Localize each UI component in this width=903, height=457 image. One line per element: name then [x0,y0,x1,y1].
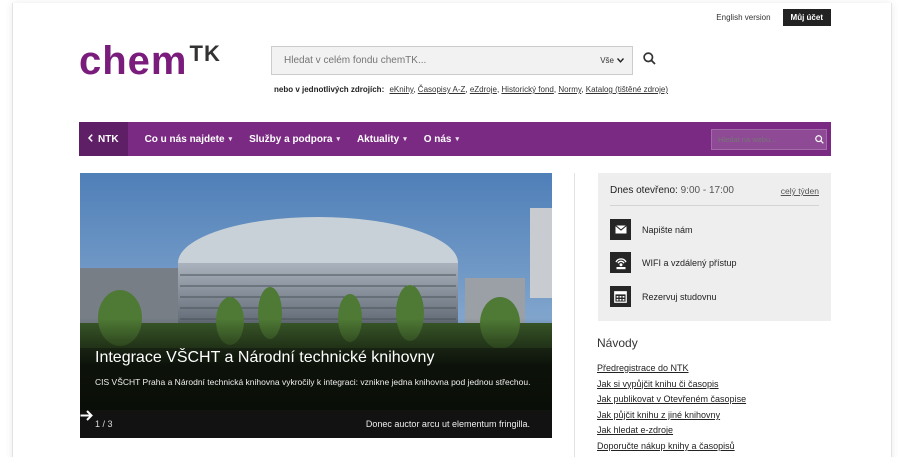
nav-item-co-u-nas-najdete[interactable]: Co u nás najdete ▾ [145,134,233,145]
hero-slide-counter: 1 / 3 [95,419,113,429]
envelope-icon [610,219,631,240]
page-frame: English version Můj účet chemTK Vše nebo… [12,3,892,457]
search-scope-value: Vše [600,56,614,65]
hero-carousel[interactable]: Integrace VŠCHT a Národní technické knih… [80,173,552,438]
list-item: Předregistrace do NTK [597,361,746,377]
divider [610,205,819,206]
source-link-normy[interactable]: Normy [558,85,581,94]
reserve-room-link[interactable]: Rezervuj studovnu [610,286,717,307]
guide-link[interactable]: Předregistrace do NTK [597,363,689,373]
contact-link[interactable]: Napište nám [610,219,693,240]
guide-link[interactable]: Jak půjčit knihu z jiné knihovny [597,410,720,420]
hero-title[interactable]: Integrace VŠCHT a Národní technické knih… [95,349,434,367]
source-links: nebo v jednotlivých zdrojích: eKnihy, Ča… [274,85,669,94]
nav-item-o-nas[interactable]: O nás ▾ [424,134,459,145]
search-button[interactable] [635,46,664,75]
source-link-katalog[interactable]: Katalog (tištěné zdroje) [586,85,668,94]
caret-down-icon: ▾ [403,136,407,143]
nav-item-sluzby-a-podpora[interactable]: Služby a podpora ▾ [249,134,340,145]
chevron-left-icon [87,133,93,145]
logo-sup: TK [189,41,221,66]
source-link-casopisy[interactable]: Časopisy A-Z [418,85,466,94]
opening-hours-label: Dnes otevřeno: [610,185,678,196]
hero-next-button[interactable]: Donec auctor arcu ut elementum fringilla… [80,410,542,429]
web-search-input[interactable] [712,135,815,144]
nav-item-aktuality[interactable]: Aktuality ▾ [357,134,407,145]
caret-down-icon: ▾ [455,136,460,143]
reserve-room-link-label: Rezervuj studovnu [642,291,717,302]
guides-heading: Návody [597,336,638,350]
opening-hours: Dnes otevřeno: 9:00 - 17:00 [610,185,734,196]
column-divider [574,173,575,457]
guide-link[interactable]: Jak publikovat v Otevřeném časopise [597,394,746,404]
source-link-ezdroje[interactable]: eZdroje [470,85,497,94]
nav-item-label: Co u nás najdete [144,133,225,145]
whole-week-link[interactable]: celý týden [781,186,819,196]
contact-link-label: Napište nám [642,224,693,235]
list-item: Jak publikovat v Otevřeném časopise [597,392,746,408]
guide-link[interactable]: Jak si vypůjčit knihu či časopis [597,379,719,389]
web-search [711,129,827,150]
nav-item-label: O nás [423,133,452,145]
catalog-search-input[interactable] [272,55,601,66]
caret-down-icon: ▾ [336,136,340,143]
catalog-search: Vše [271,46,633,75]
wifi-link-label: WIFI a vzdálený přístup [642,257,737,268]
search-icon[interactable] [815,135,824,144]
guide-link[interactable]: Jak hledat e-zdroje [597,425,673,435]
search-icon [643,51,656,70]
wifi-icon [610,252,631,273]
chevron-down-icon [616,56,625,65]
my-account-button[interactable]: Můj účet [782,9,831,26]
guides-list: Předregistrace do NTK Jak si vypůjčit kn… [597,361,746,455]
list-item: Doporučte nákup knihy a časopisů [597,439,746,455]
guide-link[interactable]: Doporučte nákup knihy a časopisů [597,441,735,451]
hero-description: CIS VŠCHT Praha a Národní technická knih… [95,377,531,387]
wifi-link[interactable]: WIFI a vzdálený přístup [610,252,737,273]
hero-footer: 1 / 3 Donec auctor arcu ut elementum fri… [80,410,552,438]
main-nav: NTK Co u nás najdete ▾ Služby a podpora ▾ … [79,122,831,156]
utility-bar: English version Můj účet [716,9,831,26]
caret-down-icon: ▾ [228,136,233,143]
nav-item-label: Aktuality [356,133,400,145]
nav-item-label: Služby a podpora [249,133,333,145]
logo-text: chem [79,39,188,83]
source-link-historicky-fond[interactable]: Historický fond [501,85,553,94]
calendar-icon [610,286,631,307]
opening-hours-value: 9:00 - 17:00 [680,185,734,196]
nav-back-label: NTK [98,133,119,145]
source-links-label: nebo v jednotlivých zdrojích: [274,85,385,94]
chemtk-logo[interactable]: chemTK [79,41,221,81]
info-panel: Dnes otevřeno: 9:00 - 17:00 celý týden N… [598,173,831,321]
nav-back-ntk[interactable]: NTK [79,122,128,156]
english-version-link[interactable]: English version [716,13,770,22]
source-link-eknihy[interactable]: eKnihy [389,85,413,94]
hero-next-label: Donec auctor arcu ut elementum fringilla… [365,419,530,429]
list-item: Jak hledat e-zdroje [597,423,746,439]
list-item: Jak půjčit knihu z jiné knihovny [597,408,746,424]
list-item: Jak si vypůjčit knihu či časopis [597,377,746,393]
search-scope-select[interactable]: Vše [600,56,625,65]
